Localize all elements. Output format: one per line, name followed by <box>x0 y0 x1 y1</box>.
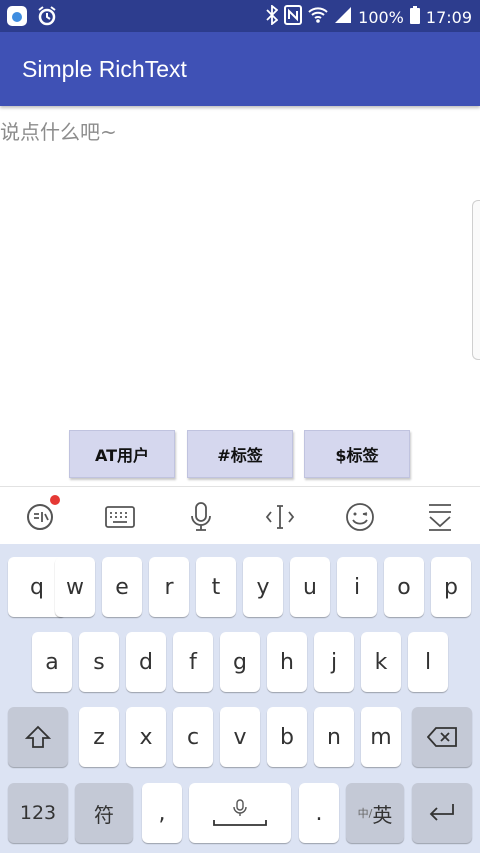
backspace-key[interactable] <box>412 707 472 767</box>
key-h[interactable]: h <box>267 632 307 692</box>
key-f[interactable]: f <box>173 632 213 692</box>
microphone-icon[interactable] <box>183 499 219 535</box>
collapse-keyboard-icon[interactable] <box>422 499 458 535</box>
editor-placeholder: 说点什么吧~ <box>0 120 117 144</box>
key-w[interactable]: w <box>55 557 95 617</box>
alarm-icon <box>36 5 58 31</box>
emoji-icon[interactable] <box>342 499 378 535</box>
numbers-key[interactable]: 123 <box>8 783 68 843</box>
key-m[interactable]: m <box>361 707 401 767</box>
key-x[interactable]: x <box>126 707 166 767</box>
key-c[interactable]: c <box>173 707 213 767</box>
ifly-logo-icon[interactable] <box>22 495 60 535</box>
key-o[interactable]: o <box>384 557 424 617</box>
enter-key[interactable] <box>412 783 472 843</box>
hash-tag-button[interactable]: #标签 <box>187 430 293 478</box>
key-j[interactable]: j <box>314 632 354 692</box>
nfc-icon <box>284 5 303 29</box>
shift-icon <box>25 725 51 748</box>
key-v[interactable]: v <box>220 707 260 767</box>
period-key[interactable]: . <box>299 783 339 843</box>
key-l[interactable]: l <box>408 632 448 692</box>
scroll-handle[interactable] <box>472 200 480 360</box>
key-y[interactable]: y <box>243 557 283 617</box>
key-n[interactable]: n <box>314 707 354 767</box>
at-user-button[interactable]: AT用户 <box>69 430 175 478</box>
keyboard-icon[interactable] <box>102 499 138 535</box>
key-d[interactable]: d <box>126 632 166 692</box>
app-bar: Simple RichText <box>0 32 480 106</box>
language-switch-key[interactable]: 中/ 英 <box>346 783 404 843</box>
language-switch-small: 中/ <box>357 807 373 820</box>
language-switch-label: 英 <box>372 802 393 827</box>
tag-button-row: AT用户 #标签 $标签 <box>0 430 480 480</box>
cursor-edit-icon[interactable] <box>262 499 298 535</box>
key-k[interactable]: k <box>361 632 401 692</box>
signal-icon <box>334 6 352 28</box>
app-title: Simple RichText <box>22 56 187 82</box>
comma-key[interactable]: , <box>142 783 182 843</box>
key-p[interactable]: p <box>431 557 471 617</box>
key-s[interactable]: s <box>79 632 119 692</box>
app-notification-icon <box>6 5 28 31</box>
battery-icon <box>409 6 420 28</box>
key-i[interactable]: i <box>337 557 377 617</box>
notification-dot <box>50 495 60 505</box>
bluetooth-icon <box>266 4 279 29</box>
key-g[interactable]: g <box>220 632 260 692</box>
shift-key[interactable] <box>8 707 68 767</box>
key-t[interactable]: t <box>196 557 236 617</box>
keyboard-toolbar <box>0 486 480 545</box>
clock: 17:09 <box>425 7 472 27</box>
key-r[interactable]: r <box>149 557 189 617</box>
key-a[interactable]: a <box>32 632 72 692</box>
dollar-tag-button[interactable]: $标签 <box>304 430 410 478</box>
key-z[interactable]: z <box>79 707 119 767</box>
wifi-icon <box>308 6 328 28</box>
enter-icon <box>429 804 454 821</box>
rich-text-editor[interactable]: 说点什么吧~ <box>0 106 480 426</box>
key-b[interactable]: b <box>267 707 307 767</box>
battery-percent: 100% <box>358 7 404 27</box>
space-key[interactable] <box>189 783 291 843</box>
symbols-key[interactable]: 符 <box>75 783 133 843</box>
soft-keyboard: q w e r t y u i o p a s d f g h j k l z … <box>0 544 480 853</box>
space-mic-icon <box>213 799 267 826</box>
backspace-icon <box>427 727 457 747</box>
key-e[interactable]: e <box>102 557 142 617</box>
status-bar: 100% 17:09 <box>0 0 480 32</box>
key-u[interactable]: u <box>290 557 330 617</box>
